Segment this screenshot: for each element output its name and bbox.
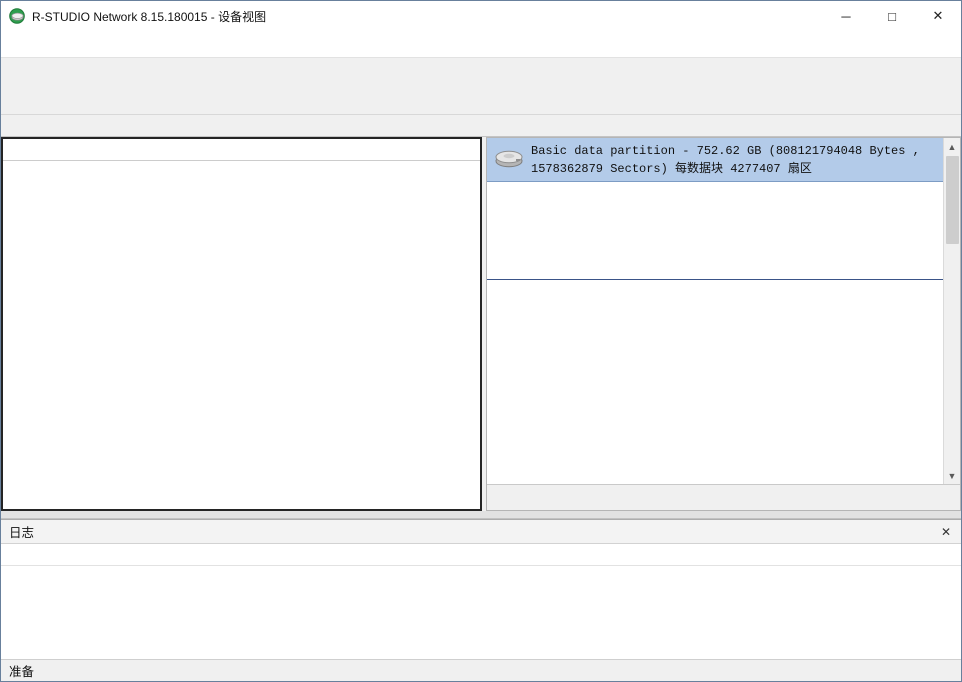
window-controls: ─ □ ✕: [823, 1, 961, 31]
minimize-button[interactable]: ─: [823, 1, 869, 31]
log-title: 日志: [9, 522, 34, 541]
scan-panel-tabs: [487, 484, 960, 510]
scan-scrollbar[interactable]: ▲ ▼: [943, 138, 960, 484]
view-tab-bar: [1, 115, 961, 137]
log-title-bar: 日志 ✕: [1, 520, 961, 544]
device-tree-panel: [1, 137, 482, 511]
status-text: 准备: [9, 661, 34, 680]
scan-legend: [487, 280, 943, 484]
log-close-button[interactable]: ✕: [941, 525, 951, 539]
title-bar: R-STUDIO Network 8.15.180015 - 设备视图 ─ □ …: [1, 1, 961, 31]
main-area: Basic data partition - 752.62 GB (808121…: [1, 137, 961, 511]
log-header: [1, 544, 961, 566]
partition-info-header: Basic data partition - 752.62 GB (808121…: [487, 138, 943, 182]
status-bar: 准备: [1, 659, 961, 681]
menu-bar: [1, 31, 961, 57]
disk-icon: [494, 146, 524, 170]
toolbar: [1, 57, 961, 115]
scan-info-panel: Basic data partition - 752.62 GB (808121…: [486, 137, 961, 511]
app-icon: [9, 8, 25, 24]
horizontal-splitter[interactable]: [1, 511, 961, 519]
scan-block-map: [487, 182, 943, 280]
window-title: R-STUDIO Network 8.15.180015 - 设备视图: [32, 8, 266, 25]
partition-info-text: Basic data partition - 752.62 GB (808121…: [531, 142, 936, 178]
device-tree-header: [3, 139, 480, 161]
close-button[interactable]: ✕: [915, 1, 961, 31]
device-tree: [3, 161, 480, 509]
app-window: R-STUDIO Network 8.15.180015 - 设备视图 ─ □ …: [0, 0, 962, 682]
scrollbar-thumb[interactable]: [946, 156, 959, 244]
log-panel: 日志 ✕: [1, 519, 961, 659]
scroll-down-icon[interactable]: ▼: [944, 467, 961, 484]
scroll-up-icon[interactable]: ▲: [944, 138, 961, 155]
maximize-button[interactable]: □: [869, 1, 915, 31]
